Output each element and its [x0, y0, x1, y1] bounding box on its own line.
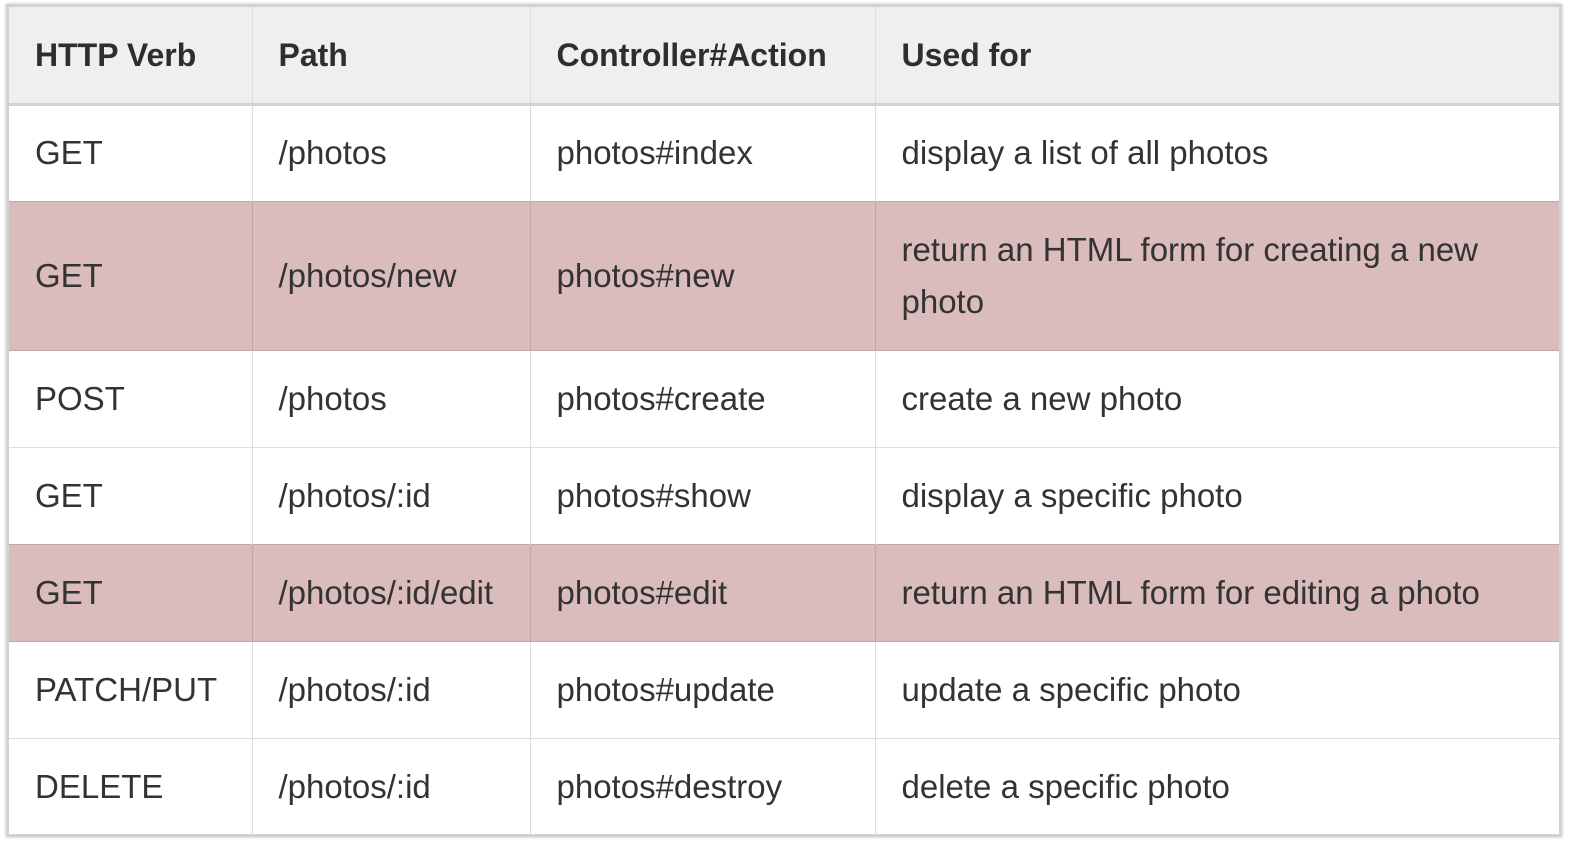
cell-path: /photos/:id [251, 738, 531, 835]
cell-verb: GET [9, 447, 253, 544]
cell-verb: GET [9, 104, 253, 201]
table-row: GET /photos/:id/edit photos#edit return … [9, 544, 1559, 641]
cell-path: /photos [251, 104, 531, 201]
cell-action: photos#show [529, 447, 876, 544]
routes-table-container: HTTP Verb Path Controller#Action Used fo… [6, 4, 1562, 837]
cell-action: photos#create [529, 350, 876, 447]
cell-used-for: display a list of all photos [874, 104, 1559, 201]
table-row: DELETE /photos/:id photos#destroy delete… [9, 738, 1559, 835]
cell-used-for: display a specific photo [874, 447, 1559, 544]
cell-verb: GET [9, 201, 253, 350]
cell-action: photos#new [529, 201, 876, 350]
header-path: Path [251, 7, 531, 106]
cell-verb: PATCH/PUT [9, 641, 253, 738]
cell-used-for: return an HTML form for creating a new p… [874, 201, 1559, 350]
cell-used-for: create a new photo [874, 350, 1559, 447]
cell-path: /photos/new [251, 201, 531, 350]
cell-verb: DELETE [9, 738, 253, 835]
cell-verb: GET [9, 544, 253, 641]
cell-used-for: return an HTML form for editing a photo [874, 544, 1559, 641]
cell-action: photos#destroy [529, 738, 876, 835]
cell-used-for: delete a specific photo [874, 738, 1559, 835]
cell-action: photos#update [529, 641, 876, 738]
cell-path: /photos/:id [251, 641, 531, 738]
table-header-row: HTTP Verb Path Controller#Action Used fo… [9, 7, 1559, 106]
table-row: PATCH/PUT /photos/:id photos#update upda… [9, 641, 1559, 738]
cell-action: photos#edit [529, 544, 876, 641]
routes-table: HTTP Verb Path Controller#Action Used fo… [9, 7, 1559, 835]
header-used-for: Used for [874, 7, 1559, 106]
table-row: GET /photos photos#index display a list … [9, 104, 1559, 201]
cell-path: /photos/:id/edit [251, 544, 531, 641]
cell-path: /photos [251, 350, 531, 447]
cell-action: photos#index [529, 104, 876, 201]
table-row: POST /photos photos#create create a new … [9, 350, 1559, 447]
cell-used-for: update a specific photo [874, 641, 1559, 738]
header-http-verb: HTTP Verb [9, 7, 253, 106]
header-controller-action: Controller#Action [529, 7, 876, 106]
cell-path: /photos/:id [251, 447, 531, 544]
table-row: GET /photos/:id photos#show display a sp… [9, 447, 1559, 544]
table-row: GET /photos/new photos#new return an HTM… [9, 201, 1559, 350]
cell-verb: POST [9, 350, 253, 447]
